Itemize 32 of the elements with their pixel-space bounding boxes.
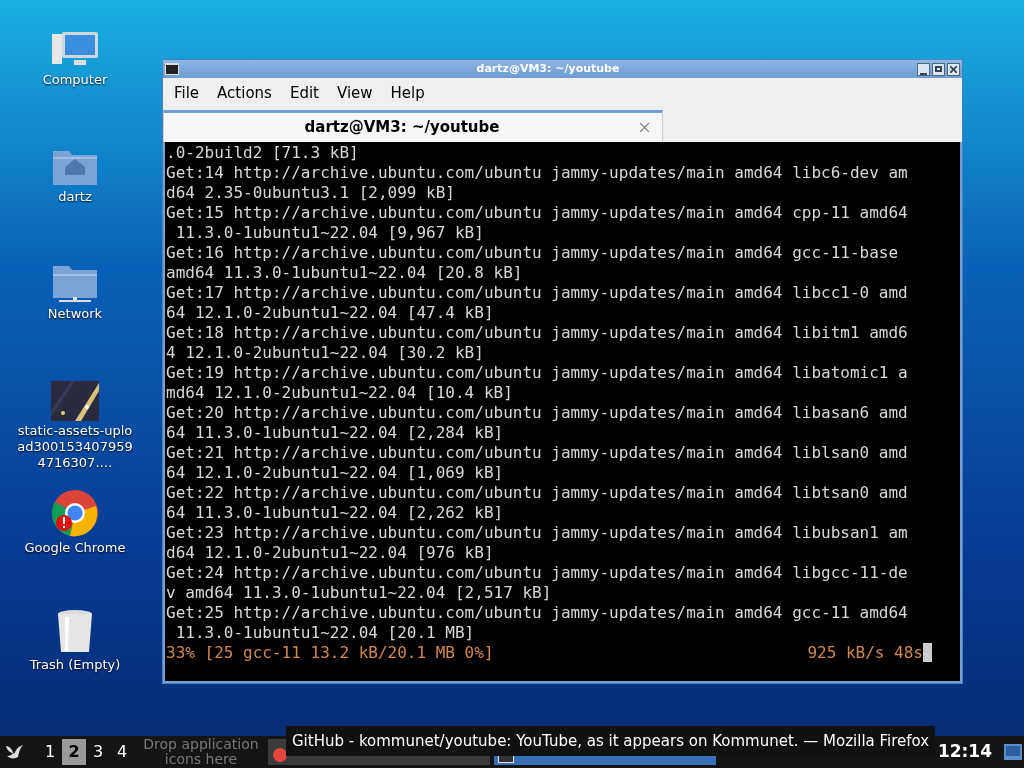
terminal-line: 4 12.1.0-2ubuntu1~22.04 [30.2 kB]	[166, 343, 484, 363]
terminal-line: amd64 11.3.0-1ubuntu1~22.04 [20.8 kB]	[166, 263, 523, 283]
terminal-line: Get:19 http://archive.ubuntu.com/ubuntu jammy-updates/main amd64 libatomic1 a	[166, 363, 908, 383]
terminal-line: Get:15 http://archive.ubuntu.com/ubuntu jammy-updates/main amd64 cpp-11 amd64	[166, 203, 908, 223]
tab-label: dartz@VM3: ~/youtube	[303, 117, 501, 139]
terminal-line: md64 12.1.0-2ubuntu1~22.04 [10.4 kB]	[166, 383, 513, 403]
terminal-line: Get:24 http://archive.ubuntu.com/ubuntu jammy-updates/main amd64 libgcc-11-de	[166, 563, 908, 583]
terminal-line: 64 12.1.0-2ubuntu1~22.04 [47.4 kB]	[166, 303, 494, 323]
terminal-line: 11.3.0-1ubuntu1~22.04 [9,967 kB]	[174, 223, 484, 243]
terminal-line: .0-2build2 [71.3 kB]	[166, 143, 359, 163]
terminal-line: Get:22 http://archive.ubuntu.com/ubuntu jammy-updates/main amd64 libtsan0 amd	[166, 483, 908, 503]
terminal-line: Get:16 http://archive.ubuntu.com/ubuntu jammy-updates/main amd64 gcc-11-base	[166, 243, 899, 263]
download-rate: 925 kB/s 48s	[807, 643, 923, 663]
terminal-line: d64 2.35-0ubuntu3.1 [2,099 kB]	[166, 183, 455, 203]
terminal-line: Get:21 http://archive.ubuntu.com/ubuntu jammy-updates/main amd64 liblsan0 amd	[166, 443, 908, 463]
terminal-line: Get:25 http://archive.ubuntu.com/ubuntu jammy-updates/main amd64 gcc-11 amd64	[166, 603, 908, 623]
terminal-line: Get:18 http://archive.ubuntu.com/ubuntu jammy-updates/main amd64 libitm1 amd6	[166, 323, 908, 343]
progress-status: 33% [25 gcc-11 13.2 kB/20.1 MB 0%]	[166, 643, 494, 663]
terminal-line: 64 12.1.0-2ubuntu1~22.04 [1,069 kB]	[166, 463, 504, 483]
window-title: dartz@VM3: ~/youtube	[475, 60, 621, 77]
terminal-line: v amd64 11.3.0-1ubuntu1~22.04 [2,517 kB]	[166, 583, 552, 603]
terminal-line: Get:20 http://archive.ubuntu.com/ubuntu jammy-updates/main amd64 libasan6 amd	[166, 403, 908, 423]
terminal-line: Get:17 http://archive.ubuntu.com/ubuntu jammy-updates/main amd64 libcc1-0 amd	[166, 283, 908, 303]
terminal-line: Get:23 http://archive.ubuntu.com/ubuntu jammy-updates/main amd64 libubsan1 am	[166, 523, 908, 543]
clock: 12:14	[937, 740, 992, 764]
terminal-line: Get:14 http://archive.ubuntu.com/ubuntu jammy-updates/main amd64 libc6-dev am	[166, 163, 908, 183]
terminal-line: 11.3.0-1ubuntu1~22.04 [20.1 MB]	[174, 623, 475, 643]
drop-hint: Drop application icons here	[142, 737, 260, 767]
tooltip: GitHub - kommunet/youtube: YouTube, as it appears on Kommunet. — Mozilla Firefox	[286, 726, 936, 756]
terminal-line: 64 11.3.0-1ubuntu1~22.04 [2,284 kB]	[166, 423, 504, 443]
terminal-line: d64 12.1.0-2ubuntu1~22.04 [976 kB]	[166, 543, 494, 563]
terminal-line: 64 11.3.0-1ubuntu1~22.04 [2,262 kB]	[166, 503, 504, 523]
